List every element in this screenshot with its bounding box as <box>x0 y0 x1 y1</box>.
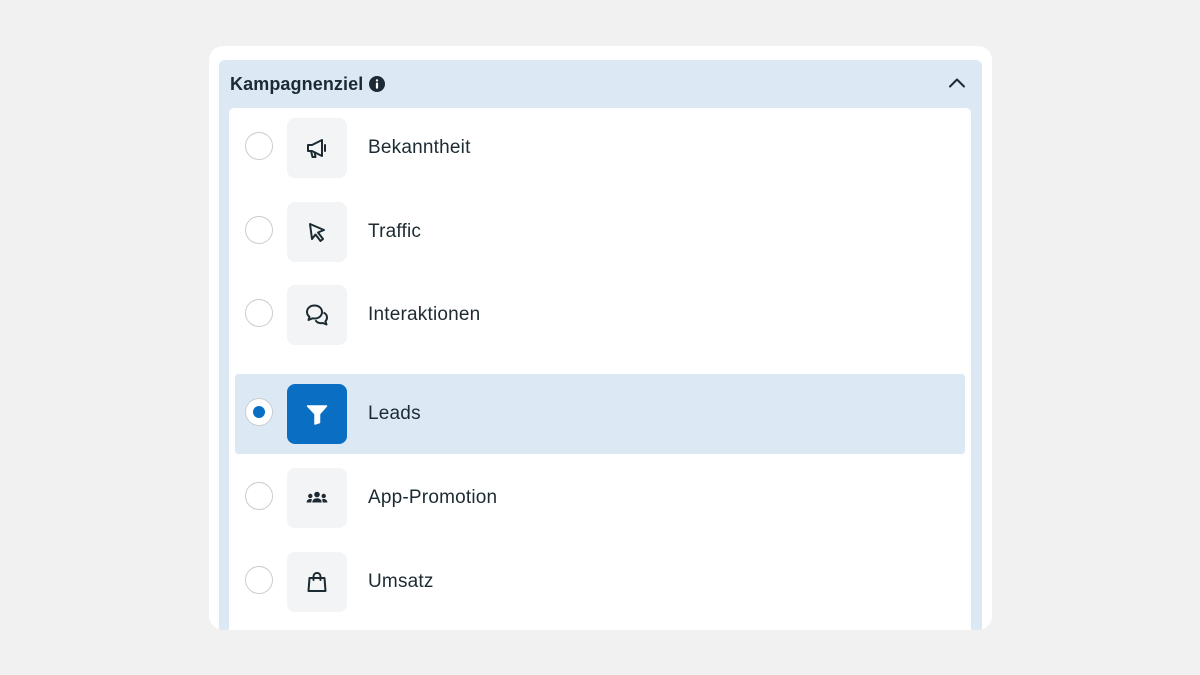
radio-button[interactable] <box>245 299 273 327</box>
people-group-icon <box>287 468 347 528</box>
radio-button[interactable] <box>245 132 273 160</box>
option-label: Leads <box>368 403 421 424</box>
funnel-icon <box>287 384 347 444</box>
radio-button-selected[interactable] <box>245 398 273 426</box>
option-label: Traffic <box>368 221 422 242</box>
radio-button[interactable] <box>245 216 273 244</box>
option-label: Interaktionen <box>368 304 481 325</box>
radio-button[interactable] <box>245 482 273 510</box>
option-label: App-Promotion <box>368 487 498 508</box>
campaign-objective-card: Kampagnenziel Bekanntheit Traffic Intera… <box>209 46 992 630</box>
objective-options-list: Bekanntheit Traffic Interaktionen Leads … <box>229 108 971 630</box>
megaphone-icon <box>287 118 347 178</box>
option-bekanntheit[interactable]: Bekanntheit <box>235 108 965 188</box>
section-header[interactable]: Kampagnenziel <box>219 60 982 106</box>
option-app-promotion[interactable]: App-Promotion <box>235 458 965 538</box>
option-traffic[interactable]: Traffic <box>235 192 965 272</box>
option-leads[interactable]: Leads <box>235 374 965 454</box>
campaign-objective-section: Kampagnenziel Bekanntheit Traffic Intera… <box>219 60 982 630</box>
radio-button[interactable] <box>245 566 273 594</box>
section-title: Kampagnenziel <box>230 74 364 94</box>
info-icon[interactable] <box>369 76 385 92</box>
shopping-bag-icon <box>287 552 347 612</box>
option-interaktionen[interactable]: Interaktionen <box>235 275 965 355</box>
option-label: Bekanntheit <box>368 137 471 158</box>
chevron-up-icon[interactable] <box>946 72 968 94</box>
chat-bubbles-icon <box>287 285 347 345</box>
option-umsatz[interactable]: Umsatz <box>235 542 965 622</box>
cursor-icon <box>287 202 347 262</box>
option-label: Umsatz <box>368 571 434 592</box>
